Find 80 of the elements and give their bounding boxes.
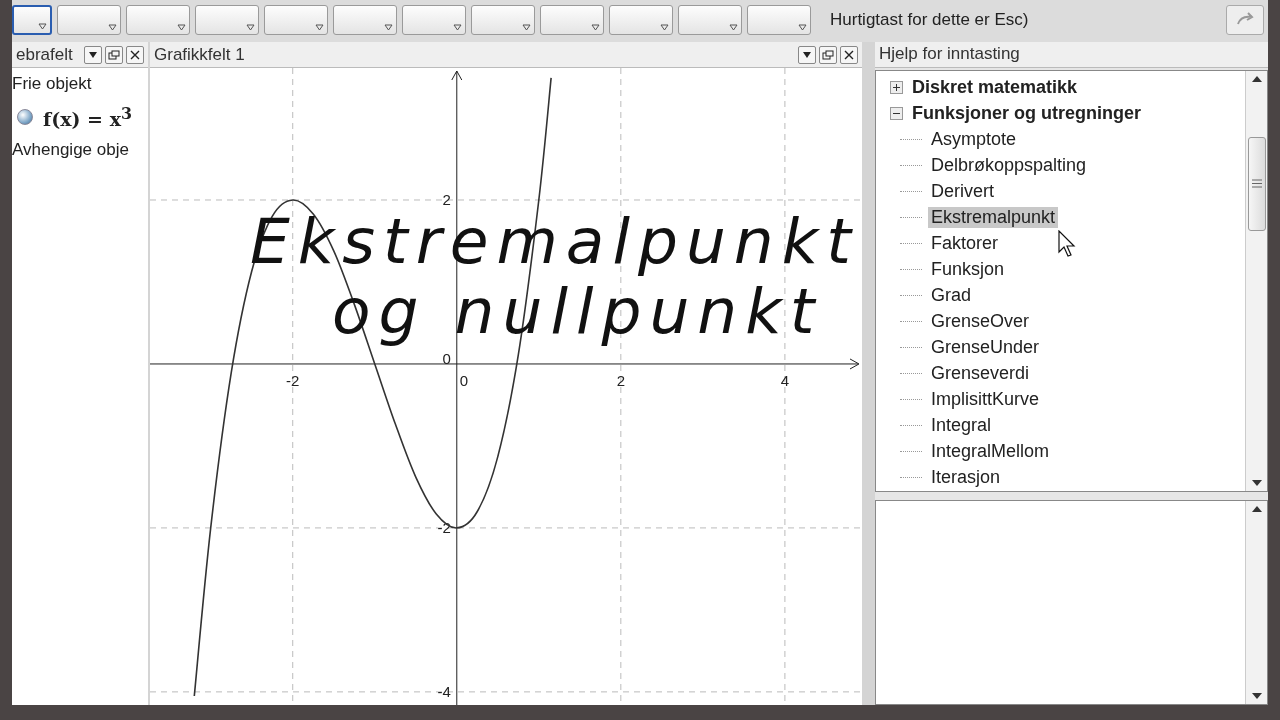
- command-item[interactable]: Delbrøkoppspalting: [928, 155, 1090, 177]
- shortcut-hint: Hurtigtast for dette er Esc): [830, 10, 1030, 30]
- command-item[interactable]: Integral: [928, 415, 995, 437]
- tool-button[interactable]: [540, 5, 604, 35]
- dropdown-icon: [802, 50, 812, 59]
- scroll-thumb[interactable]: [1248, 136, 1266, 231]
- close-icon: [130, 49, 140, 60]
- category-item[interactable]: Diskret matematikk: [909, 77, 1081, 99]
- panel-title: Hjelp for inntasting: [879, 44, 1021, 65]
- caret-icon: [177, 24, 186, 31]
- tick-label: 2: [442, 191, 451, 208]
- command-item[interactable]: Asymptote: [928, 129, 1020, 151]
- command-item[interactable]: Derivert: [928, 181, 997, 203]
- function-formula[interactable]: f(x) = x$^{3}$: [43, 104, 132, 131]
- close-button[interactable]: [126, 45, 144, 64]
- scroll-up-icon[interactable]: [1250, 74, 1263, 83]
- command-item[interactable]: Iterasjon: [928, 467, 1004, 489]
- restore-button[interactable]: [105, 45, 123, 64]
- tick-label: 0: [459, 371, 469, 389]
- scroll-down-icon[interactable]: [1250, 692, 1263, 700]
- tick-label: 4: [780, 371, 790, 389]
- dropdown-icon: [88, 50, 98, 59]
- panel-title: ebrafelt: [16, 44, 74, 65]
- tool-button[interactable]: [126, 5, 190, 35]
- caret-icon: [38, 23, 47, 30]
- caret-icon: [591, 24, 600, 31]
- command-item[interactable]: GrenseOver: [928, 311, 1033, 333]
- panel-title: Grafikkfelt 1: [154, 44, 246, 65]
- tool-button[interactable]: [678, 5, 742, 35]
- restore-icon: [822, 49, 834, 60]
- command-item[interactable]: Grad: [928, 285, 975, 307]
- command-item[interactable]: GrenseUnder: [928, 337, 1043, 359]
- caret-icon: [522, 24, 531, 31]
- caret-icon: [453, 24, 462, 31]
- restore-icon: [108, 49, 120, 60]
- cursor-icon: [1058, 230, 1076, 258]
- tool-button[interactable]: [264, 5, 328, 35]
- tick-label: -2: [437, 518, 451, 536]
- caret-icon: [660, 24, 669, 31]
- tick-label: -4: [437, 682, 451, 700]
- tool-button[interactable]: [609, 5, 673, 35]
- caret-icon: [108, 24, 117, 31]
- tool-button[interactable]: [333, 5, 397, 35]
- section-heading: Frie objekt: [12, 74, 93, 94]
- caret-icon: [384, 24, 393, 31]
- menu-button[interactable]: [798, 45, 816, 64]
- tool-button[interactable]: [402, 5, 466, 35]
- caret-icon: [315, 24, 324, 31]
- category-item[interactable]: Funksjoner og utregninger: [909, 103, 1144, 125]
- tick-label: 2: [616, 371, 625, 389]
- close-button[interactable]: [840, 45, 858, 64]
- restore-button[interactable]: [819, 45, 837, 64]
- section-heading: Avhengige obje: [12, 140, 130, 161]
- scrollbar[interactable]: [1245, 500, 1267, 704]
- tick-label: -2: [286, 371, 300, 389]
- tool-button[interactable]: [747, 5, 811, 35]
- undo-button[interactable]: [1226, 5, 1264, 35]
- tool-button[interactable]: [12, 5, 52, 35]
- menu-button[interactable]: [84, 45, 102, 64]
- expand-icon[interactable]: [890, 81, 903, 95]
- caret-icon: [246, 24, 255, 31]
- scrollbar[interactable]: [1245, 70, 1267, 491]
- caret-icon: [729, 24, 738, 31]
- command-item[interactable]: IntegralMellom: [928, 441, 1053, 463]
- command-item[interactable]: Faktorer: [928, 233, 1002, 255]
- scroll-up-icon[interactable]: [1250, 504, 1263, 513]
- tool-button[interactable]: [195, 5, 259, 35]
- tick-label: 0: [442, 349, 451, 367]
- scroll-down-icon[interactable]: [1250, 478, 1263, 487]
- visibility-toggle[interactable]: [17, 109, 33, 126]
- command-item[interactable]: ImplisittKurve: [928, 389, 1043, 411]
- tool-button[interactable]: [471, 5, 535, 35]
- command-item[interactable]: Grenseverdi: [928, 363, 1033, 385]
- command-item[interactable]: Ekstremalpunkt: [928, 207, 1059, 229]
- command-item[interactable]: Funksjon: [928, 259, 1008, 281]
- collapse-icon[interactable]: [890, 107, 903, 121]
- tool-button[interactable]: [57, 5, 121, 35]
- grip-icon: [1252, 179, 1262, 189]
- caret-icon: [798, 24, 807, 31]
- close-icon: [844, 49, 854, 60]
